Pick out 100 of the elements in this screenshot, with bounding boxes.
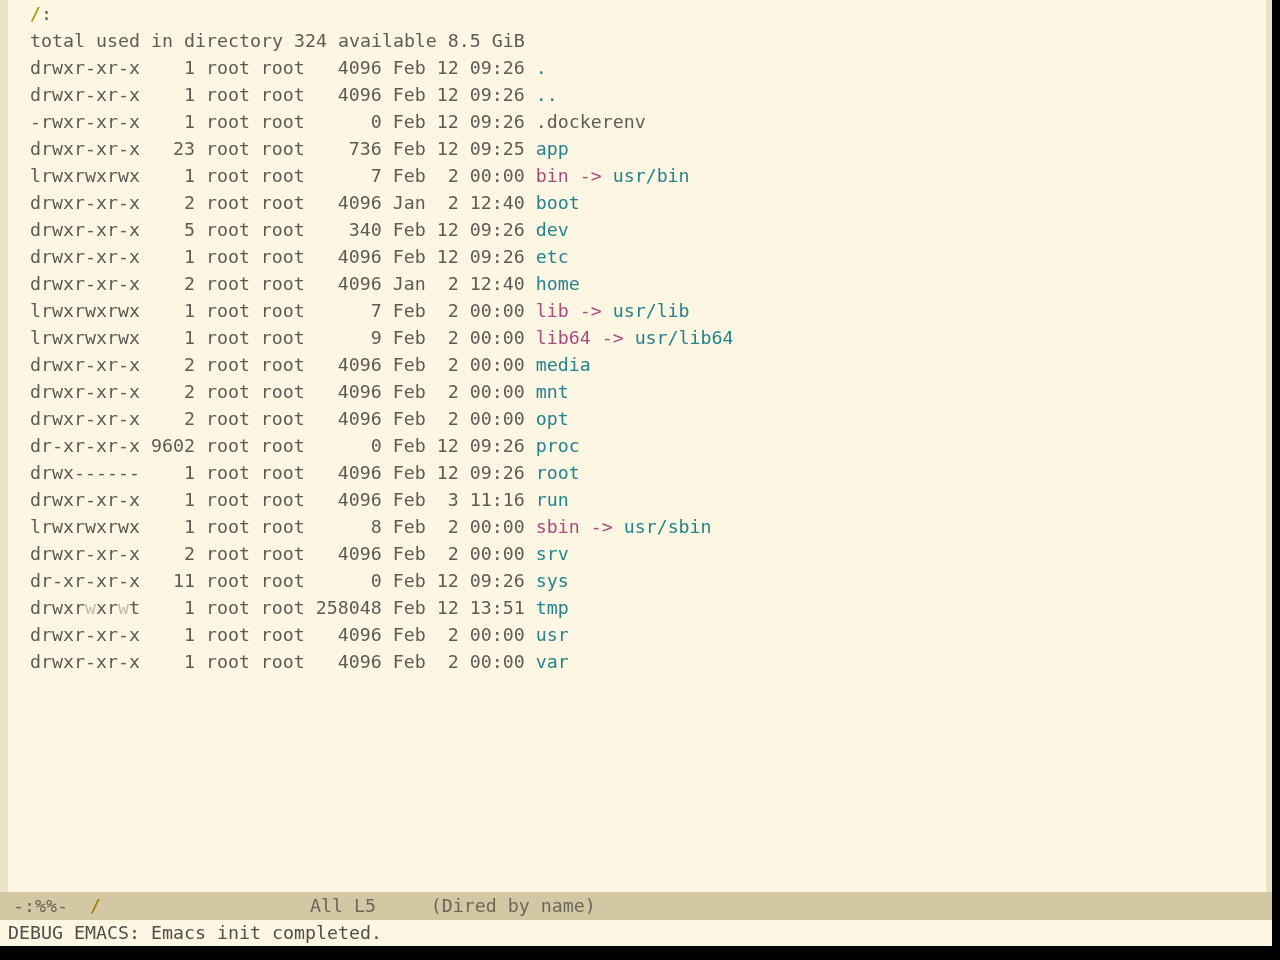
- modified-time: 12:40: [469, 272, 525, 296]
- group-name: root: [260, 326, 305, 350]
- modified-time: 09:26: [469, 461, 525, 485]
- modified-month: Feb: [392, 488, 426, 512]
- directory-name[interactable]: root: [535, 459, 580, 487]
- modified-month: Feb: [392, 650, 426, 674]
- owner-name: root: [205, 137, 250, 161]
- directory-name[interactable]: media: [535, 351, 591, 379]
- modified-time: 13:51: [469, 596, 525, 620]
- directory-name[interactable]: mnt: [535, 378, 569, 406]
- link-count: 1: [183, 245, 195, 269]
- modified-month: Feb: [392, 461, 426, 485]
- permission-bits: drwxr-xr-x: [30, 488, 140, 512]
- group-name: root: [260, 488, 305, 512]
- modified-day: 3: [447, 486, 459, 514]
- link-count: 1: [183, 596, 195, 620]
- modified-day: 12: [436, 108, 459, 136]
- modified-month: Feb: [392, 353, 426, 377]
- modified-month: Feb: [392, 569, 426, 593]
- permission-bits: drwxr-xr-x: [30, 218, 140, 242]
- modified-day: 12: [436, 216, 459, 244]
- directory-name[interactable]: ..: [535, 81, 558, 109]
- modified-time: 09:26: [469, 434, 525, 458]
- directory-name[interactable]: srv: [535, 540, 569, 568]
- modified-time: 11:16: [469, 488, 525, 512]
- symlink-name[interactable]: bin: [535, 162, 569, 190]
- modified-time: 09:26: [469, 110, 525, 134]
- directory-name[interactable]: .: [535, 54, 547, 82]
- permission-bits: t: [128, 596, 140, 620]
- modified-day: 12: [436, 594, 459, 622]
- permission-bits: drwxr-xr-x: [30, 191, 140, 215]
- modified-month: Jan: [392, 191, 426, 215]
- modified-month: Feb: [392, 515, 426, 539]
- permission-bits: w: [117, 596, 129, 620]
- modified-day: 2: [447, 324, 459, 352]
- file-size: 4096: [337, 488, 382, 512]
- owner-name: root: [205, 380, 250, 404]
- owner-name: root: [205, 353, 250, 377]
- buffer-status: -:%%-: [13, 894, 68, 919]
- file-size: 340: [348, 218, 382, 242]
- modified-time: 00:00: [469, 542, 525, 566]
- directory-name[interactable]: opt: [535, 405, 569, 433]
- directory-header: /: [30, 1, 41, 26]
- owner-name: root: [205, 191, 250, 215]
- directory-name[interactable]: app: [535, 135, 569, 163]
- directory-name[interactable]: etc: [535, 243, 569, 271]
- directory-name[interactable]: tmp: [535, 594, 569, 622]
- owner-name: root: [205, 596, 250, 620]
- owner-name: root: [205, 326, 250, 350]
- group-name: root: [260, 191, 305, 215]
- directory-name[interactable]: run: [535, 486, 569, 514]
- modified-month: Feb: [392, 434, 426, 458]
- owner-name: root: [205, 569, 250, 593]
- group-name: root: [260, 407, 305, 431]
- modified-day: 12: [436, 459, 459, 487]
- modified-day: 12: [436, 81, 459, 109]
- directory-name[interactable]: dev: [535, 216, 569, 244]
- permission-bits: xr: [95, 596, 118, 620]
- group-name: root: [260, 542, 305, 566]
- modified-day: 2: [447, 297, 459, 325]
- symlink-name[interactable]: sbin: [535, 513, 580, 541]
- file-size: 4096: [337, 353, 382, 377]
- link-count: 11: [172, 569, 195, 593]
- permission-bits: drwxr-xr-x: [30, 245, 140, 269]
- permission-bits: drwxr-xr-x: [30, 542, 140, 566]
- symlink-target: usr/bin: [612, 164, 690, 188]
- file-size: 0: [370, 434, 382, 458]
- modified-month: Feb: [392, 56, 426, 80]
- modified-day: 2: [447, 189, 459, 217]
- directory-name[interactable]: proc: [535, 432, 580, 460]
- modified-time: 09:25: [469, 137, 525, 161]
- modified-time: 00:00: [469, 623, 525, 647]
- file-size: 4096: [337, 272, 382, 296]
- modified-month: Feb: [392, 380, 426, 404]
- link-count: 1: [183, 56, 195, 80]
- permission-bits: drwxr-xr-x: [30, 56, 140, 80]
- directory-name[interactable]: boot: [535, 189, 580, 217]
- modified-time: 00:00: [469, 650, 525, 674]
- symlink-target: usr/lib: [612, 299, 690, 323]
- directory-name[interactable]: var: [535, 648, 569, 676]
- directory-name[interactable]: home: [535, 270, 580, 298]
- modified-time: 09:26: [469, 569, 525, 593]
- modified-month: Feb: [392, 299, 426, 323]
- file-size: 7: [370, 299, 382, 323]
- buffer-position: All L5: [309, 894, 376, 919]
- link-count: 1: [183, 326, 195, 350]
- modified-time: 09:26: [469, 83, 525, 107]
- modified-day: 2: [447, 270, 459, 298]
- directory-name[interactable]: usr: [535, 621, 569, 649]
- group-name: root: [260, 137, 305, 161]
- file-name[interactable]: .dockerenv: [535, 108, 646, 136]
- permission-bits: lrwxrwxrwx: [30, 299, 140, 323]
- symlink-name[interactable]: lib64: [535, 324, 591, 352]
- link-count: 1: [183, 515, 195, 539]
- modified-day: 12: [436, 432, 459, 460]
- permission-bits: dr-xr-xr-x: [30, 569, 140, 593]
- modified-day: 12: [436, 135, 459, 163]
- permission-bits: dr-xr-xr-x: [30, 434, 140, 458]
- symlink-name[interactable]: lib: [535, 297, 569, 325]
- directory-name[interactable]: sys: [535, 567, 569, 595]
